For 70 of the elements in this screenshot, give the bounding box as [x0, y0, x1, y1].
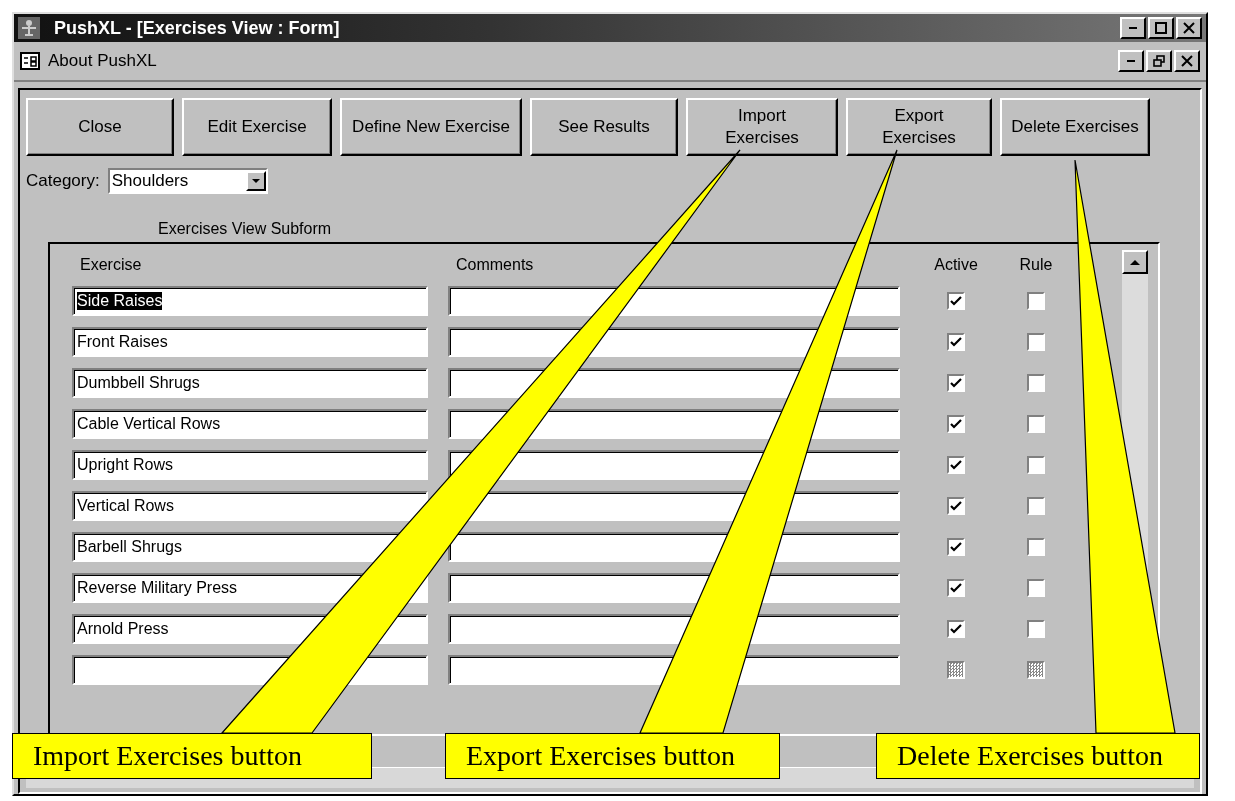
close-button[interactable]: [1174, 50, 1200, 72]
close-button[interactable]: [1176, 17, 1202, 39]
column-header: Exercise: [79, 256, 143, 274]
form-button[interactable]: Close: [26, 98, 174, 156]
active-checkbox[interactable]: [947, 455, 965, 474]
maximize-icon: [1155, 22, 1167, 34]
rule-checkbox[interactable]: [1027, 496, 1045, 515]
rule-checkbox[interactable]: [1027, 291, 1045, 310]
rule-checkbox[interactable]: [1027, 619, 1045, 638]
rule-checkbox[interactable]: [1027, 578, 1045, 597]
minimize-button[interactable]: [1118, 50, 1144, 72]
minimize-button[interactable]: [1120, 17, 1146, 39]
form-icon: [20, 52, 40, 70]
exercise-field[interactable]: Vertical Rows: [72, 490, 428, 521]
active-checkbox[interactable]: [947, 537, 965, 556]
maximize-button[interactable]: [1148, 17, 1174, 39]
rule-checkbox[interactable]: [1027, 537, 1045, 556]
restore-icon: [1153, 55, 1165, 67]
form-button[interactable]: Export Exercises: [846, 98, 992, 156]
form-button[interactable]: Delete Exercises: [1000, 98, 1150, 156]
exercise-field[interactable]: Front Raises: [72, 326, 428, 357]
check-icon: [950, 582, 962, 593]
active-checkbox[interactable]: [947, 373, 965, 392]
subform-title: Exercises View Subform: [158, 220, 333, 238]
dropdown-arrow-icon: [251, 179, 260, 183]
form-button[interactable]: Edit Exercise: [182, 98, 332, 156]
column-header: Comments: [455, 256, 535, 274]
active-checkbox[interactable]: [947, 414, 965, 433]
active-checkbox[interactable]: [947, 619, 965, 638]
check-icon: [950, 336, 962, 347]
active-checkbox[interactable]: [947, 291, 965, 310]
rule-checkbox[interactable]: [1027, 455, 1045, 474]
exercise-field[interactable]: Cable Vertical Rows: [72, 408, 428, 439]
form-button[interactable]: Define New Exercise: [340, 98, 522, 156]
rule-checkbox[interactable]: [1027, 332, 1045, 351]
check-icon: [950, 541, 962, 552]
active-checkbox[interactable]: [947, 660, 965, 679]
active-checkbox[interactable]: [947, 496, 965, 515]
exercise-field[interactable]: Dumbbell Shrugs: [72, 367, 428, 398]
check-icon: [950, 500, 962, 511]
check-icon: [950, 459, 962, 470]
exercise-field[interactable]: Side Raises: [72, 285, 428, 316]
category-dropdown[interactable]: Shoulders: [107, 168, 268, 194]
app-icon: [18, 17, 40, 39]
check-icon: [950, 418, 962, 429]
rule-checkbox[interactable]: [1027, 414, 1045, 433]
column-header: Rule: [1018, 256, 1054, 274]
callout-label: Export Exercises button: [445, 733, 780, 779]
check-icon: [950, 295, 962, 306]
restore-button[interactable]: [1146, 50, 1172, 72]
menu-item[interactable]: About PushXL: [48, 51, 157, 71]
minimize-icon: [1127, 60, 1135, 62]
minimize-icon: [1129, 27, 1137, 29]
callout-label: Delete Exercises button: [876, 733, 1200, 779]
category-label: Category:: [26, 171, 100, 191]
up-arrow-icon: [1130, 259, 1140, 265]
rule-checkbox[interactable]: [1027, 660, 1045, 679]
active-checkbox[interactable]: [947, 578, 965, 597]
window-title: PushXL - [Exercises View : Form]: [54, 17, 340, 39]
check-icon: [950, 623, 962, 634]
active-checkbox[interactable]: [947, 332, 965, 351]
column-header: Active: [933, 256, 979, 274]
check-icon: [950, 377, 962, 388]
close-icon: [1183, 22, 1195, 34]
close-icon: [1181, 55, 1193, 67]
exercise-field[interactable]: Upright Rows: [72, 449, 428, 480]
form-button[interactable]: See Results: [530, 98, 678, 156]
form-button[interactable]: Import Exercises: [686, 98, 838, 156]
rule-checkbox[interactable]: [1027, 373, 1045, 392]
callout-label: Import Exercises button: [12, 733, 372, 779]
